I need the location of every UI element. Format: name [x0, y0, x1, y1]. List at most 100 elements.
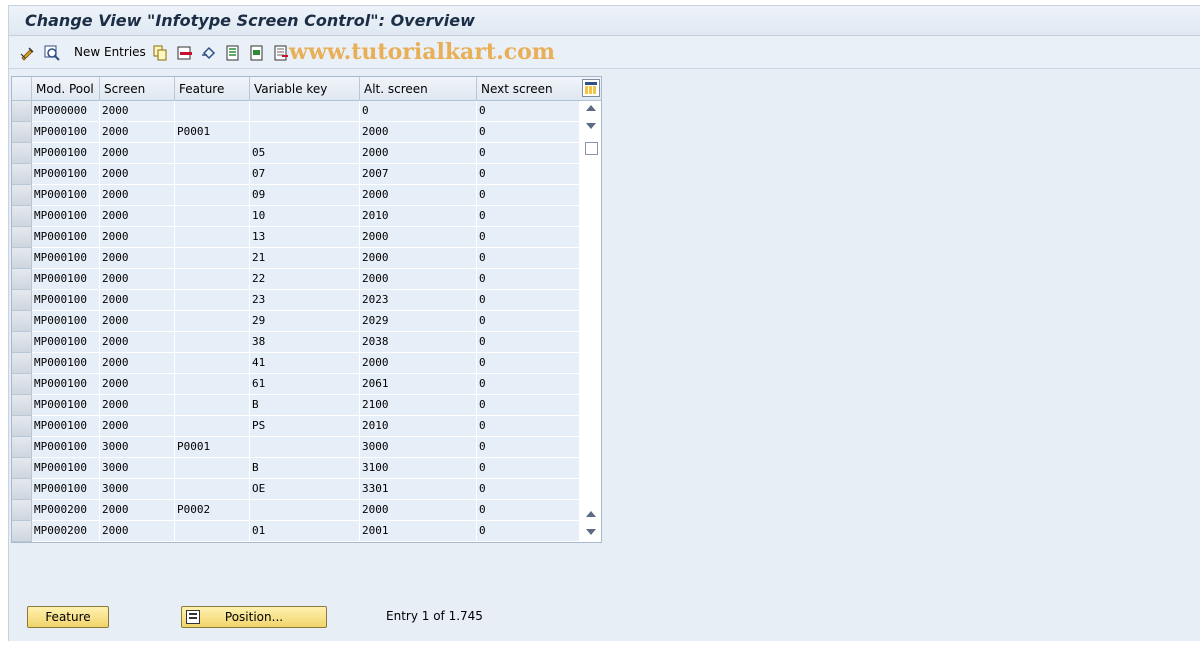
cell-next-screen[interactable]: 0 [477, 143, 580, 164]
cell-screen[interactable]: 3000 [100, 479, 175, 500]
cell-screen[interactable]: 2000 [100, 311, 175, 332]
cell-next-screen[interactable]: 0 [477, 248, 580, 269]
cell-variable-key[interactable]: 38 [250, 332, 360, 353]
row-selector[interactable] [12, 269, 32, 290]
row-selector[interactable] [12, 374, 32, 395]
undo-icon[interactable] [200, 44, 218, 62]
cell-mod-pool[interactable]: MP000000 [32, 101, 100, 122]
select-block-icon[interactable] [248, 44, 266, 62]
cell-mod-pool[interactable]: MP000200 [32, 521, 100, 542]
cell-mod-pool[interactable]: MP000100 [32, 122, 100, 143]
cell-screen[interactable]: 3000 [100, 437, 175, 458]
cell-mod-pool[interactable]: MP000100 [32, 458, 100, 479]
cell-alt-screen[interactable]: 3100 [360, 458, 477, 479]
row-selector[interactable] [12, 479, 32, 500]
table-row[interactable]: MP000100 2000 13 2000 0 [12, 227, 580, 248]
copy-icon[interactable] [151, 44, 169, 62]
cell-screen[interactable]: 2000 [100, 521, 175, 542]
cell-next-screen[interactable]: 0 [477, 521, 580, 542]
feature-button[interactable]: Feature [27, 606, 109, 628]
cell-variable-key[interactable]: 29 [250, 311, 360, 332]
cell-feature[interactable] [175, 227, 250, 248]
cell-mod-pool[interactable]: MP000100 [32, 185, 100, 206]
cell-feature[interactable] [175, 479, 250, 500]
cell-variable-key[interactable]: B [250, 395, 360, 416]
table-row[interactable]: MP000100 2000 38 2038 0 [12, 332, 580, 353]
cell-alt-screen[interactable]: 2100 [360, 395, 477, 416]
col-alt-screen[interactable]: Alt. screen [360, 77, 477, 101]
table-row[interactable]: MP000100 2000 41 2000 0 [12, 353, 580, 374]
table-row[interactable]: MP000100 2000 P0001 2000 0 [12, 122, 580, 143]
cell-feature[interactable] [175, 269, 250, 290]
cell-mod-pool[interactable]: MP000100 [32, 290, 100, 311]
cell-screen[interactable]: 2000 [100, 290, 175, 311]
cell-feature[interactable] [175, 332, 250, 353]
cell-variable-key[interactable]: 21 [250, 248, 360, 269]
cell-feature[interactable] [175, 458, 250, 479]
row-selector[interactable] [12, 164, 32, 185]
cell-screen[interactable]: 2000 [100, 248, 175, 269]
scroll-thumb[interactable] [585, 142, 598, 155]
cell-variable-key[interactable]: 61 [250, 374, 360, 395]
cell-mod-pool[interactable]: MP000100 [32, 332, 100, 353]
cell-feature[interactable] [175, 311, 250, 332]
cell-feature[interactable] [175, 395, 250, 416]
cell-variable-key[interactable]: 23 [250, 290, 360, 311]
table-row[interactable]: MP000100 2000 10 2010 0 [12, 206, 580, 227]
row-selector[interactable] [12, 101, 32, 122]
row-selector[interactable] [12, 227, 32, 248]
cell-next-screen[interactable]: 0 [477, 101, 580, 122]
deselect-all-icon[interactable] [272, 44, 290, 62]
cell-mod-pool[interactable]: MP000100 [32, 227, 100, 248]
cell-mod-pool[interactable]: MP000100 [32, 437, 100, 458]
cell-alt-screen[interactable]: 2000 [360, 269, 477, 290]
cell-screen[interactable]: 2000 [100, 332, 175, 353]
row-selector[interactable] [12, 143, 32, 164]
cell-alt-screen[interactable]: 2023 [360, 290, 477, 311]
cell-feature[interactable] [175, 521, 250, 542]
cell-screen[interactable]: 2000 [100, 395, 175, 416]
cell-next-screen[interactable]: 0 [477, 395, 580, 416]
table-row[interactable]: MP000100 2000 B 2100 0 [12, 395, 580, 416]
col-next-screen[interactable]: Next screen [477, 77, 580, 101]
cell-alt-screen[interactable]: 3000 [360, 437, 477, 458]
cell-next-screen[interactable]: 0 [477, 206, 580, 227]
cell-alt-screen[interactable]: 2000 [360, 122, 477, 143]
cell-feature[interactable]: P0001 [175, 122, 250, 143]
col-variable-key[interactable]: Variable key [250, 77, 360, 101]
cell-next-screen[interactable]: 0 [477, 332, 580, 353]
cell-screen[interactable]: 2000 [100, 374, 175, 395]
row-selector[interactable] [12, 353, 32, 374]
cell-variable-key[interactable]: PS [250, 416, 360, 437]
new-entries-button[interactable]: New Entries [74, 45, 146, 59]
table-row[interactable]: MP000100 2000 05 2000 0 [12, 143, 580, 164]
cell-next-screen[interactable]: 0 [477, 500, 580, 521]
table-row[interactable]: MP000100 2000 22 2000 0 [12, 269, 580, 290]
cell-alt-screen[interactable]: 2038 [360, 332, 477, 353]
table-row[interactable]: MP000100 2000 07 2007 0 [12, 164, 580, 185]
display-change-icon[interactable] [19, 44, 37, 62]
table-row[interactable]: MP000200 2000 01 2001 0 [12, 521, 580, 542]
cell-next-screen[interactable]: 0 [477, 416, 580, 437]
cell-screen[interactable]: 2000 [100, 185, 175, 206]
cell-feature[interactable] [175, 416, 250, 437]
cell-screen[interactable]: 2000 [100, 500, 175, 521]
cell-mod-pool[interactable]: MP000100 [32, 416, 100, 437]
cell-alt-screen[interactable]: 0 [360, 101, 477, 122]
cell-mod-pool[interactable]: MP000100 [32, 269, 100, 290]
table-row[interactable]: MP000000 2000 0 0 [12, 101, 580, 122]
cell-variable-key[interactable]: 01 [250, 521, 360, 542]
cell-alt-screen[interactable]: 2010 [360, 416, 477, 437]
cell-alt-screen[interactable]: 2000 [360, 185, 477, 206]
scroll-down-icon[interactable] [586, 123, 596, 129]
cell-alt-screen[interactable]: 2007 [360, 164, 477, 185]
cell-variable-key[interactable]: 41 [250, 353, 360, 374]
cell-mod-pool[interactable]: MP000100 [32, 164, 100, 185]
table-row[interactable]: MP000100 2000 PS 2010 0 [12, 416, 580, 437]
select-all-rows[interactable] [12, 77, 32, 101]
row-selector[interactable] [12, 290, 32, 311]
cell-variable-key[interactable]: 05 [250, 143, 360, 164]
position-button[interactable]: Position... [181, 606, 327, 628]
cell-variable-key[interactable]: 10 [250, 206, 360, 227]
cell-alt-screen[interactable]: 2000 [360, 227, 477, 248]
